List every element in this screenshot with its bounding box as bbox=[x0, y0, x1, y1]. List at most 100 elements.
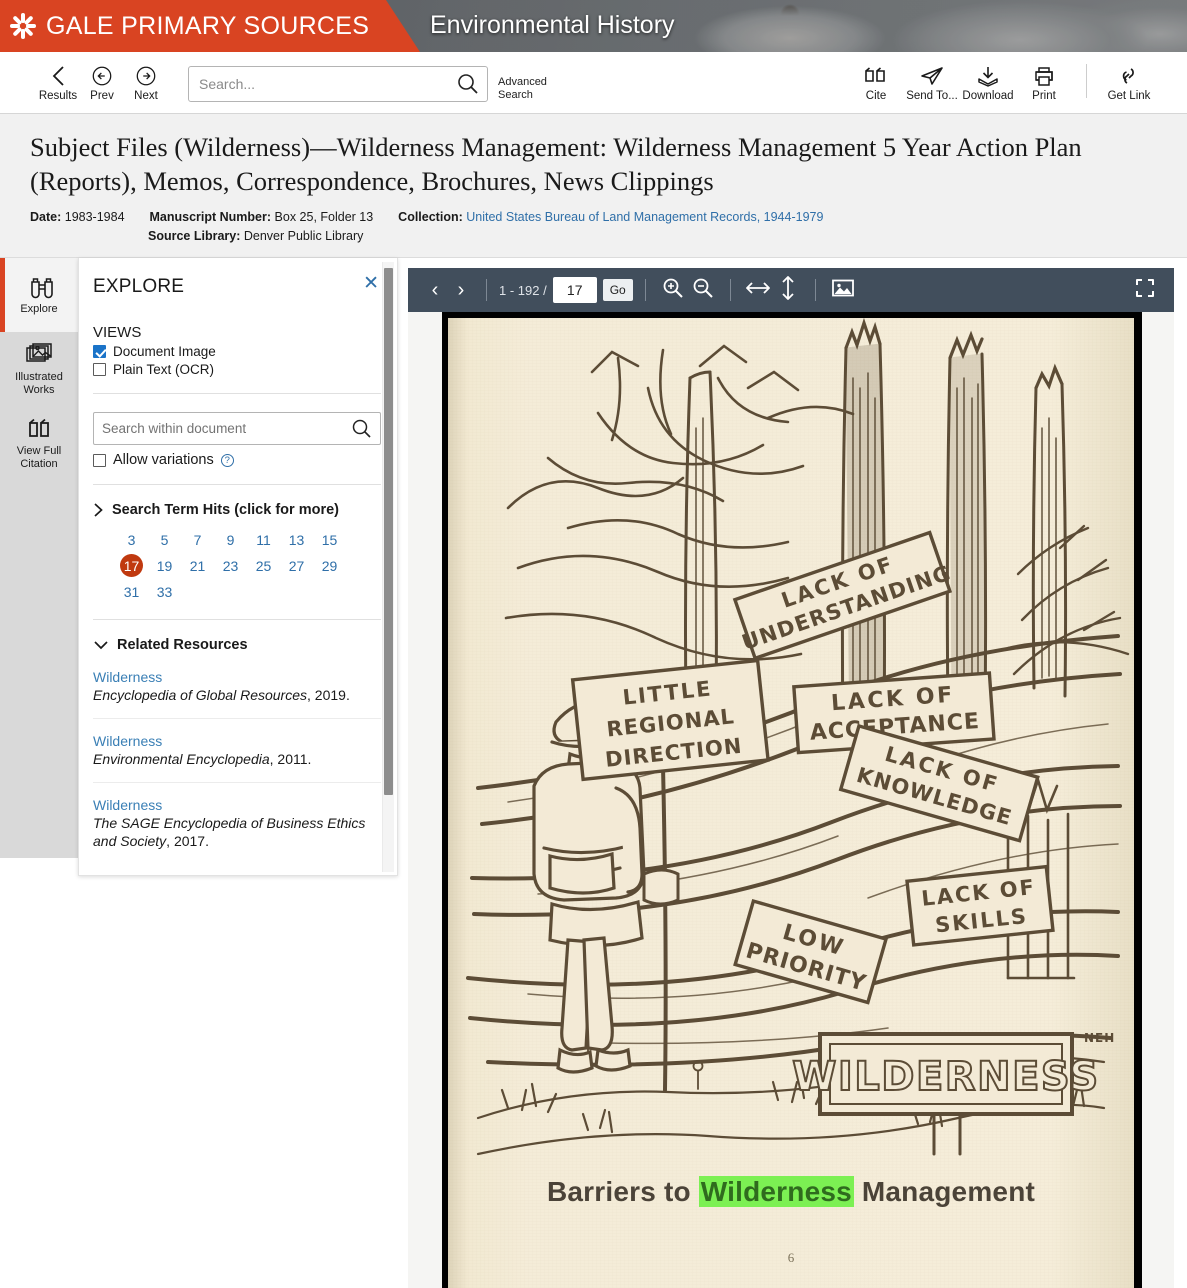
results-label: Results bbox=[38, 89, 78, 102]
document-search-box[interactable] bbox=[93, 412, 381, 445]
panel-scrollbar[interactable] bbox=[382, 262, 394, 872]
document-page-image[interactable]: LACK OF UNDERSTANDING LACK OF ACCEPTANCE bbox=[448, 318, 1134, 1288]
document-viewer: ‹ › 1 - 192 / Go bbox=[408, 268, 1174, 1288]
allow-variations-row[interactable]: Allow variations ? bbox=[93, 452, 381, 468]
hit-page[interactable]: 21 bbox=[181, 554, 214, 577]
allow-variations-label: Allow variations bbox=[113, 452, 214, 468]
go-button[interactable]: Go bbox=[602, 279, 633, 301]
fit-height-button[interactable] bbox=[773, 275, 803, 306]
get-link-button[interactable]: Get Link bbox=[1101, 65, 1157, 102]
viewer-divider bbox=[814, 279, 816, 301]
hit-page[interactable]: 9 bbox=[214, 528, 247, 551]
zoom-in-button[interactable] bbox=[658, 276, 688, 305]
related-resource-year: , 2011. bbox=[269, 751, 312, 767]
results-button[interactable]: Results bbox=[36, 64, 80, 102]
viewer-prev-page-button[interactable]: ‹ bbox=[422, 280, 448, 300]
hit-page[interactable]: 33 bbox=[148, 580, 181, 603]
hit-page[interactable]: 11 bbox=[247, 528, 280, 551]
page-number-input[interactable] bbox=[552, 277, 597, 303]
search-hits-grid: 3 5 7 9 11 13 15 17 19 21 23 25 27 29 31… bbox=[115, 528, 381, 603]
viewer-divider bbox=[644, 279, 646, 301]
quote-icon bbox=[865, 66, 885, 82]
sidebar-item-explore[interactable]: Explore bbox=[0, 258, 78, 332]
explore-title: EXPLORE bbox=[93, 276, 185, 297]
search-term-hits-header[interactable]: Search Term Hits (click for more) bbox=[93, 501, 381, 520]
advanced-search-link[interactable]: Advanced Search bbox=[498, 76, 558, 102]
related-resource-link[interactable]: Wilderness bbox=[93, 733, 381, 749]
view-option-plain-text[interactable]: Plain Text (OCR) bbox=[93, 362, 381, 377]
hit-page[interactable]: 31 bbox=[115, 580, 148, 603]
search-within-document-input[interactable] bbox=[94, 413, 350, 444]
checkbox-document-image[interactable] bbox=[93, 345, 106, 358]
zoom-in-icon bbox=[663, 278, 683, 298]
hit-page[interactable]: 25 bbox=[247, 554, 280, 577]
brand-logo-block[interactable]: GALE PRIMARY SOURCES bbox=[0, 0, 420, 52]
image-view-button[interactable] bbox=[828, 277, 858, 304]
search-input[interactable] bbox=[189, 66, 455, 101]
question-mark-icon[interactable]: ? bbox=[220, 453, 234, 467]
list-item: Wilderness Environmental Encyclopedia, 2… bbox=[93, 733, 381, 768]
sidebar-item-illustrated-works[interactable]: Illustrated Works bbox=[0, 332, 78, 406]
next-button[interactable]: Next bbox=[124, 64, 168, 102]
collection-link[interactable]: United States Bureau of Land Management … bbox=[466, 210, 823, 224]
document-header: Subject Files (Wilderness)—Wilderness Ma… bbox=[0, 114, 1187, 258]
hit-page[interactable]: 29 bbox=[313, 554, 346, 577]
send-to-label: Send To... bbox=[906, 89, 958, 102]
related-resources-header[interactable]: Related Resources bbox=[93, 636, 381, 655]
view-option-document-image[interactable]: Document Image bbox=[93, 344, 381, 359]
viewer-next-page-button[interactable]: › bbox=[448, 280, 474, 300]
print-button[interactable]: Print bbox=[1016, 65, 1072, 102]
related-resource-link[interactable]: Wilderness bbox=[93, 797, 381, 813]
main-content: Explore Illustrated Works View Full Cita… bbox=[0, 258, 1187, 1288]
viewer-divider bbox=[486, 279, 487, 301]
advanced-search-line2: Search bbox=[498, 88, 533, 101]
toolbar-divider bbox=[1086, 63, 1087, 98]
hit-page[interactable]: 3 bbox=[115, 528, 148, 551]
fit-height-icon bbox=[782, 275, 794, 300]
hit-page-current[interactable]: 17 bbox=[120, 554, 143, 577]
fullscreen-button[interactable] bbox=[1130, 277, 1160, 304]
related-resources-label: Related Resources bbox=[117, 637, 248, 653]
prev-label: Prev bbox=[90, 89, 114, 102]
print-label: Print bbox=[1032, 89, 1056, 102]
hit-page[interactable]: 19 bbox=[148, 554, 181, 577]
search-box[interactable] bbox=[188, 65, 488, 102]
list-divider bbox=[93, 718, 381, 719]
page-title: Subject Files (Wilderness)—Wilderness Ma… bbox=[30, 132, 1082, 196]
chevron-left-icon bbox=[52, 65, 64, 86]
related-resource-link[interactable]: Wilderness bbox=[93, 669, 381, 685]
illustration-caption: Barriers to Wilderness Management bbox=[448, 1176, 1134, 1208]
download-button[interactable]: Download bbox=[960, 65, 1016, 102]
source-library-value: Denver Public Library bbox=[243, 229, 364, 243]
hit-page[interactable]: 13 bbox=[280, 528, 313, 551]
images-icon bbox=[26, 343, 52, 362]
scrollbar-thumb[interactable] bbox=[384, 268, 393, 795]
caption-part-3: Management bbox=[853, 1176, 1036, 1207]
checkbox-plain-text[interactable] bbox=[93, 363, 106, 376]
hit-page[interactable]: 5 bbox=[148, 528, 181, 551]
page-scroll-area[interactable]: LACK OF UNDERSTANDING LACK OF ACCEPTANCE bbox=[408, 312, 1174, 1288]
hit-page[interactable]: 23 bbox=[214, 554, 247, 577]
explore-label: Explore bbox=[20, 303, 58, 316]
sidebar-item-view-full-citation[interactable]: View Full Citation bbox=[0, 406, 78, 480]
svg-text:NEH: NEH bbox=[1084, 1031, 1115, 1045]
related-resource-year: , 2019. bbox=[307, 687, 350, 703]
close-icon[interactable]: ✕ bbox=[361, 274, 381, 293]
zoom-out-button[interactable] bbox=[688, 276, 718, 305]
printer-icon bbox=[1035, 66, 1053, 86]
hit-page[interactable]: 27 bbox=[280, 554, 313, 577]
collection-key: Collection: bbox=[398, 210, 463, 224]
search-icon[interactable] bbox=[350, 417, 374, 441]
search-icon[interactable] bbox=[455, 71, 481, 97]
send-to-button[interactable]: Send To... bbox=[904, 65, 960, 102]
illustrated-works-label-1: Illustrated bbox=[15, 371, 63, 383]
checkbox-allow-variations[interactable] bbox=[93, 453, 106, 467]
prev-button[interactable]: Prev bbox=[80, 64, 124, 102]
page-range-label: 1 - 192 / bbox=[499, 282, 547, 298]
hit-page[interactable]: 15 bbox=[313, 528, 346, 551]
cite-button[interactable]: Cite bbox=[848, 65, 904, 102]
main-toolbar: Results Prev Next Advanced Se bbox=[0, 52, 1187, 114]
hit-page[interactable]: 7 bbox=[181, 528, 214, 551]
fit-width-button[interactable] bbox=[743, 277, 773, 304]
panel-divider-2 bbox=[93, 484, 381, 485]
